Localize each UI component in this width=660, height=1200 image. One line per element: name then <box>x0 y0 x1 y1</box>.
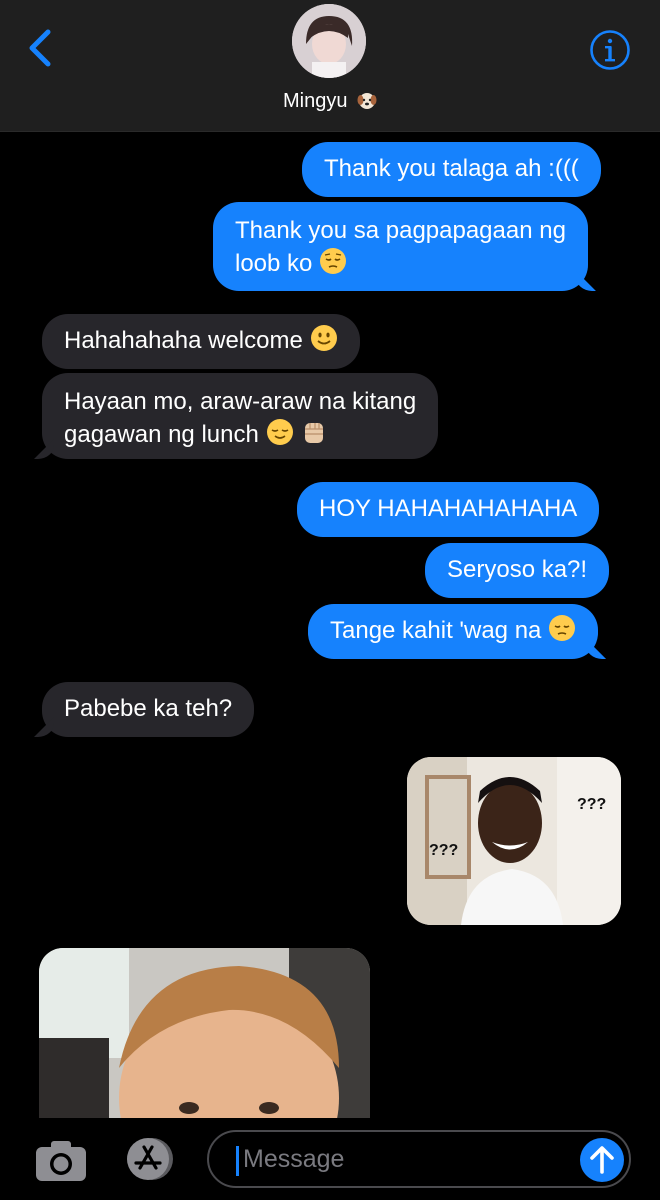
meme-image: ??? ??? <box>407 757 621 925</box>
avatar[interactable] <box>292 4 366 78</box>
conversation-header: Mingyu <box>0 0 660 132</box>
image-bubble-sent[interactable]: ??? ??? <box>407 757 621 925</box>
send-button[interactable] <box>580 1138 624 1182</box>
message-text-line: Thank you sa pagpapagaan ng <box>235 217 566 244</box>
message-text-line: Hayaan mo, araw-araw na kitang <box>64 388 417 415</box>
message-bubble-sent[interactable]: Thank you sa pagpapagaan ng loob ko <box>213 202 588 291</box>
app-store-icon[interactable] <box>122 1136 178 1182</box>
text-caret <box>236 1146 239 1176</box>
message-bubble-sent[interactable]: Seryoso ka?! <box>425 543 610 598</box>
message-text: Hahahahaha welcome <box>64 327 303 354</box>
message-text: Tange kahit 'wag na <box>330 617 542 644</box>
message-bubble-received[interactable]: Pabebe ka teh? <box>42 682 255 737</box>
chevron-left-icon[interactable] <box>22 28 62 68</box>
meme-text: ??? <box>577 796 606 813</box>
message-bubble-received[interactable]: Hayaan mo, araw-araw na kitang gagawan n… <box>42 373 439 459</box>
message-placeholder: Message <box>243 1145 345 1173</box>
pensive-face-emoji <box>549 615 576 641</box>
message-text-line: loob ko <box>235 250 313 277</box>
contact-name-text: Mingyu <box>282 90 348 112</box>
message-bubble-sent[interactable]: Tange kahit 'wag na <box>308 604 599 659</box>
raised-fist-emoji <box>305 423 324 443</box>
meme-text: ??? <box>429 842 458 859</box>
contact-name[interactable]: Mingyu <box>0 90 660 113</box>
dog-face-emoji <box>357 90 377 113</box>
message-text: Thank you talaga ah :((( <box>324 155 579 182</box>
message-text: Seryoso ka?! <box>447 556 588 583</box>
camera-icon[interactable] <box>34 1138 88 1182</box>
message-text: HOY HAHAHAHAHAHA <box>319 495 578 522</box>
compose-bar: Message <box>0 1118 660 1200</box>
message-bubble-sent[interactable]: Thank you talaga ah :((( <box>302 142 601 197</box>
message-text-line: gagawan ng lunch <box>64 421 259 448</box>
send-arrow-icon <box>590 1146 614 1174</box>
message-text: Pabebe ka teh? <box>64 695 233 722</box>
message-bubble-sent[interactable]: HOY HAHAHAHAHAHA <box>297 482 600 537</box>
message-input[interactable]: Message <box>207 1130 631 1188</box>
message-bubble-received[interactable]: Hahahahaha welcome <box>42 314 360 369</box>
pensive-face-emoji <box>320 248 347 274</box>
relieved-face-emoji <box>266 419 293 445</box>
slightly-smiling-face-emoji <box>310 325 337 351</box>
info-icon[interactable] <box>589 29 631 71</box>
